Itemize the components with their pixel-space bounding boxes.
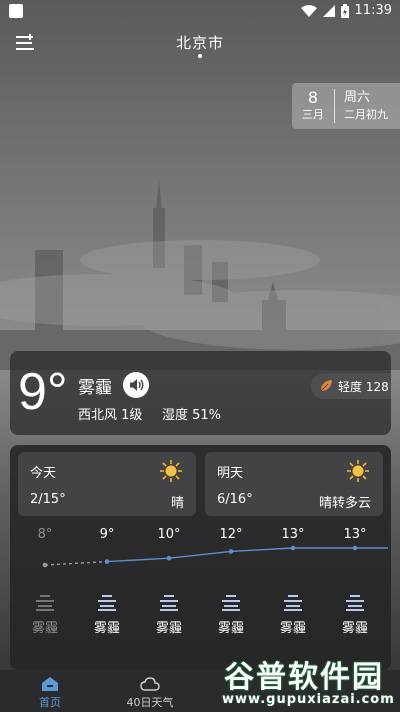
wind-info: 西北风 1级	[78, 408, 143, 423]
temp-line-segment	[230, 547, 294, 553]
date-card: 8 三月 周六 二月初九	[292, 83, 400, 129]
home-icon	[42, 677, 58, 691]
notification-icon	[9, 4, 23, 18]
watermark-title: 谷普软件园	[224, 660, 384, 695]
date-day: 8	[307, 88, 319, 107]
watermark: 谷普软件园 www.gupuxiazai.com	[214, 648, 400, 712]
signal-icon	[322, 4, 335, 17]
status-time: 11:39	[354, 3, 392, 18]
nav-40day[interactable]: 40日天气	[100, 670, 200, 712]
battery-icon	[340, 3, 349, 18]
aqi-badge[interactable]: 轻度 128	[311, 373, 391, 399]
hourly-temperature-chart	[42, 545, 388, 568]
current-temperature: 9°	[18, 363, 68, 421]
date-month: 三月	[302, 108, 324, 121]
page-indicator	[198, 54, 202, 58]
temp-line-segment	[106, 557, 170, 563]
status-icons: 11:39	[300, 3, 392, 18]
temp-point	[290, 545, 296, 551]
city-title[interactable]: 北京市	[0, 32, 400, 53]
current-weather-card[interactable]: 9° 雾霾 西北风 1级 湿度 51% 轻度 128	[10, 351, 391, 435]
date-lunar: 二月初九	[344, 108, 388, 121]
top-bar: 北京市	[0, 26, 400, 62]
speaker-icon[interactable]	[123, 372, 149, 398]
temp-line-segment	[168, 550, 232, 559]
watermark-url: www.gupuxiazai.com	[222, 692, 395, 707]
aqi-text: 轻度 128	[338, 379, 389, 394]
wifi-icon	[300, 4, 317, 17]
nav-home-label: 首页	[39, 696, 61, 709]
humidity-info: 湿度 51%	[162, 408, 222, 423]
temp-point	[352, 545, 358, 551]
temp-point	[228, 549, 234, 554]
cloud-icon	[140, 677, 160, 691]
nav-40day-label: 40日天气	[126, 696, 174, 709]
temp-point	[42, 562, 48, 568]
temp-point	[104, 559, 110, 564]
current-condition: 雾霾	[78, 378, 112, 398]
status-bar: 11:39	[0, 0, 400, 24]
date-weekday: 周六	[344, 90, 371, 105]
forecast-panel: 今天 2/15° 晴 明天 6/16° 晴转多云 8° 雾霾 9° 雾霾 10° 雾霾 12…	[10, 445, 391, 670]
temp-point	[166, 555, 172, 561]
temp-line-segment	[44, 560, 108, 566]
leaf-icon	[320, 380, 332, 392]
nav-home[interactable]: 首页	[0, 670, 100, 712]
